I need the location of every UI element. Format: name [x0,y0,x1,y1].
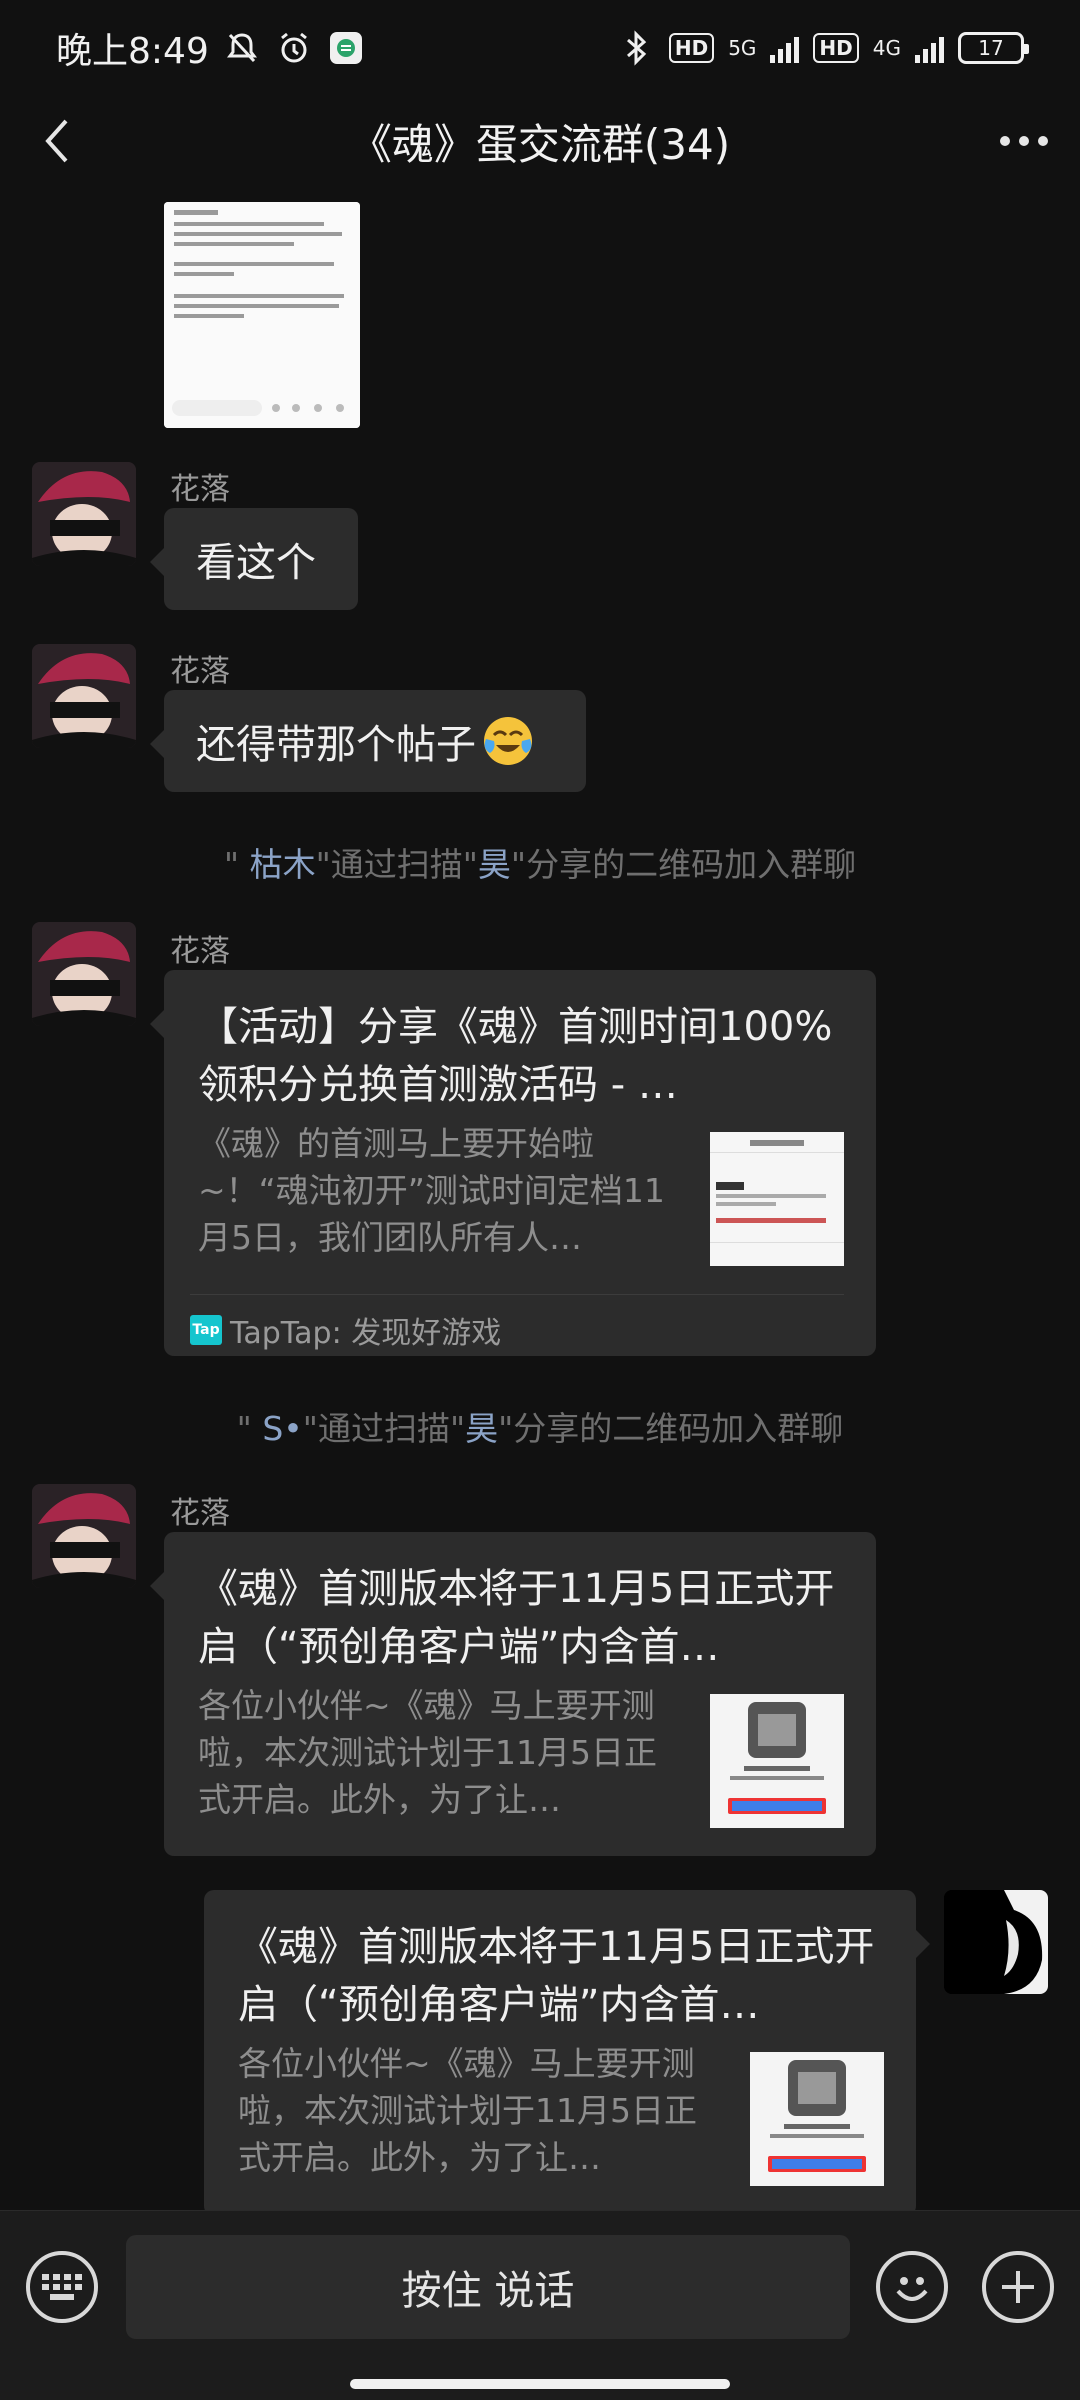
member-name-link[interactable]: 枯木 [250,845,316,884]
link-card-source: Tap TapTap: 发现好游戏 [190,1294,844,1351]
battery-icon: 17 [958,32,1029,64]
keyboard-icon [42,2274,82,2300]
network-type-2: 4G [872,36,901,60]
link-card-description: 《魂》的首测马上要开始啦~！“魂沌初开”测试时间定档11月5日，我们团队所有人… [198,1124,665,1257]
signal-icon-2 [915,33,944,63]
system-text: "分享的二维码加入群聊 [510,845,857,884]
chat-screen: 晚上8:49 HD 5G HD 4G 17 《魂》蛋交流群(34) 花落 看这个… [0,0,1080,2400]
sender-name: 花落 [170,654,230,689]
system-text: "通过扫描" [315,845,478,884]
system-text: "分享的二维码加入群聊 [498,1409,844,1448]
signal-icon [770,33,800,63]
avatar-hualuo[interactable] [32,922,136,1026]
avatar-image [32,644,136,748]
link-card[interactable]: 《魂》首测版本将于11月5日正式开启（“预创角客户端”内含首… 各位小伙伴~《魂… [150,1532,876,1856]
more-actions-button[interactable] [982,2251,1054,2323]
system-message-join: " 枯木"通过扫描"昊"分享的二维码加入群聊 [0,838,1080,886]
alarm-clock-icon [275,29,313,67]
avatar-hualuo[interactable] [32,1484,136,1588]
more-dots-icon [1000,136,1048,146]
home-indicator[interactable] [350,2379,730,2389]
thumbnail-image [710,1694,844,1828]
hd-badge: HD [668,33,715,63]
app-notification-icon [327,29,365,67]
link-card-description: 各位小伙伴~《魂》马上要开测啦，本次测试计划于11月5日正式开启。此外，为了让… [198,1686,657,1819]
more-button[interactable] [992,114,1056,168]
message-text: 看这个 [196,540,316,586]
chevron-left-icon [45,119,68,163]
system-text: "通过扫描" [302,1409,466,1448]
link-card-thumbnail [710,1132,844,1266]
link-card-description: 各位小伙伴~《魂》马上要开测啦，本次测试计划于11月5日正式开启。此外，为了让… [238,2044,697,2177]
avatar-self[interactable] [944,1890,1048,1994]
emoji-icon [896,2277,928,2301]
avatar-image [32,1484,136,1588]
sender-name: 花落 [170,472,230,507]
link-card-thumbnail [750,2052,884,2186]
back-button[interactable] [30,114,84,168]
source-name: TapTap: 发现好游戏 [230,1315,502,1351]
status-bar-right: HD 5G HD 4G 17 [617,29,1029,67]
status-bar: 晚上8:49 HD 5G HD 4G 17 [0,0,1080,96]
link-card-title: 《魂》首测版本将于11月5日正式开启（“预创角客户端”内含首… [198,1566,835,1670]
thumbnail-image [710,1132,844,1266]
system-message-join: " S•"通过扫描"昊"分享的二维码加入群聊 [0,1402,1080,1450]
plus-icon [1002,2271,1034,2303]
input-bar: 按住 说话 [0,2210,1080,2400]
network-type: 5G [728,36,757,60]
mute-bell-icon [223,29,261,67]
bluetooth-icon [617,29,655,67]
system-text: " [223,845,250,884]
keyboard-toggle-button[interactable] [26,2251,98,2323]
link-card-title: 《魂》首测版本将于11月5日正式开启（“预创角客户端”内含首… [238,1924,875,2028]
avatar-hualuo[interactable] [32,644,136,748]
inviter-name-link[interactable]: 昊 [465,1409,498,1448]
hd-badge-2: HD [813,33,859,63]
crying-laughing-emoji-icon [484,717,532,765]
page-title: 《魂》蛋交流群(34) [349,119,731,169]
avatar-image [32,922,136,1026]
clock: 晚上8:49 [56,31,209,72]
sender-name: 花落 [170,934,230,969]
emoji-button[interactable] [876,2251,948,2323]
chat-messages[interactable]: 花落 看这个 花落 还得带那个帖子 " 枯木"通过扫描"昊"分享的二维码加入群聊… [0,186,1080,2210]
status-bar-left: 晚上8:49 [56,22,365,74]
inviter-name-link[interactable]: 昊 [478,845,511,884]
title-bar: 《魂》蛋交流群(34) [0,96,1080,186]
link-card-thumbnail [710,1694,844,1828]
system-text: " [236,1409,263,1448]
message-bubble[interactable]: 看这个 [150,508,358,610]
link-card-title: 【活动】分享《魂》首测时间100%领积分兑换首测激活码 - … [198,1004,833,1108]
battery-level: 17 [978,36,1004,60]
hold-to-talk-button[interactable]: 按住 说话 [126,2235,850,2339]
message-bubble[interactable]: 还得带那个帖子 [150,690,586,792]
avatar-image [944,1890,1048,1994]
sender-name: 花落 [170,1496,230,1531]
member-name-link[interactable]: S• [262,1409,302,1448]
avatar-hualuo[interactable] [32,462,136,566]
avatar-image [32,462,136,566]
message-text: 还得带那个帖子 [196,722,476,768]
link-card-sent[interactable]: 《魂》首测版本将于11月5日正式开启（“预创角客户端”内含首… 各位小伙伴~《魂… [204,1890,930,2210]
thumbnail-image [750,2052,884,2186]
image-message[interactable] [164,202,360,428]
taptap-logo-icon: Tap [190,1314,222,1345]
screenshot-thumbnail [164,202,360,428]
link-card-taptap[interactable]: 【活动】分享《魂》首测时间100%领积分兑换首测激活码 - … 《魂》的首测马上… [150,970,876,1356]
